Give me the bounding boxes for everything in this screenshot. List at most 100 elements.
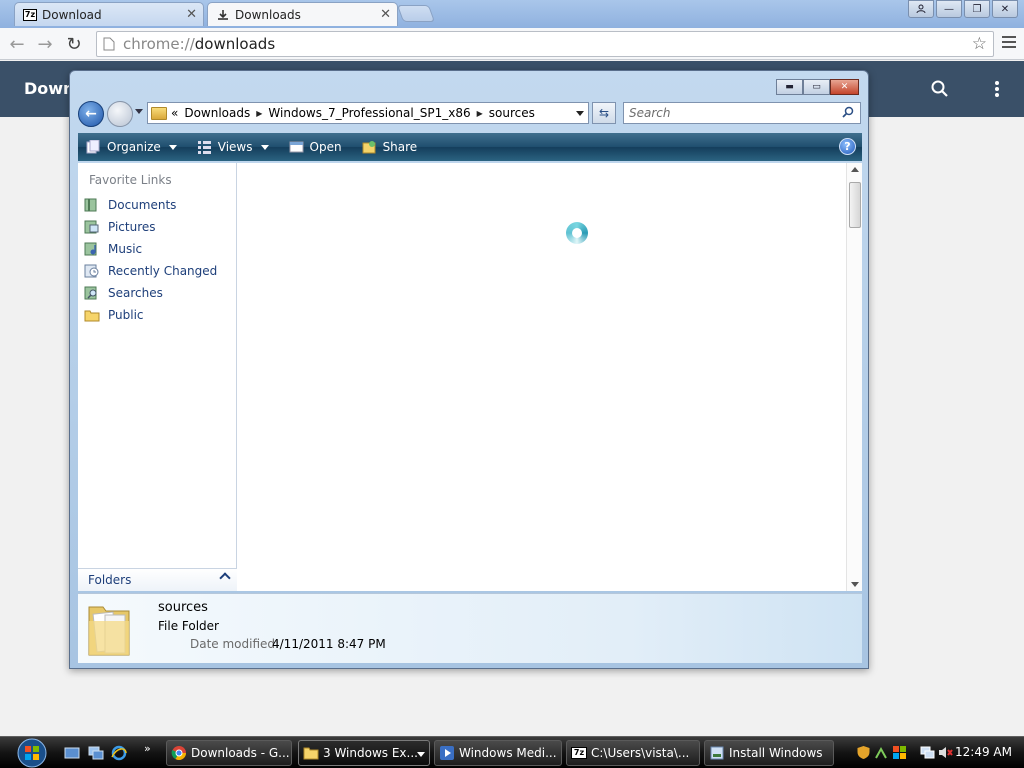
menu-icon[interactable] (1002, 36, 1016, 51)
switch-windows-icon[interactable] (88, 745, 104, 761)
system-tray: 12:49 AM (854, 741, 1020, 765)
page-icon (103, 37, 115, 51)
browser-tab-strip: 7z Download ✕ Downloads ✕ — ❐ ✕ (0, 0, 1024, 28)
chevron-right-icon[interactable]: ▶ (477, 109, 483, 118)
back-button[interactable]: ← (78, 101, 104, 127)
download-icon (216, 9, 230, 21)
url-host: downloads (194, 35, 276, 53)
windows-flag-icon[interactable] (892, 745, 907, 760)
breadcrumb-overflow[interactable]: « (171, 106, 178, 120)
help-icon[interactable]: ? (839, 138, 856, 155)
nav-link-label: Documents (108, 198, 177, 212)
nav-link-searches[interactable]: Searches (84, 284, 163, 302)
task-windows-media[interactable]: Windows Medi... (434, 740, 562, 766)
tab-downloads[interactable]: Downloads ✕ (207, 2, 398, 26)
share-icon (362, 141, 376, 154)
open-button[interactable]: Open (289, 140, 342, 154)
installer-icon (710, 746, 724, 760)
nav-link-public[interactable]: Public (84, 306, 144, 324)
task-windows-explorer[interactable]: 3 Windows Ex... (298, 740, 430, 766)
scroll-down-icon[interactable] (851, 582, 859, 587)
minimize-button[interactable]: — (936, 0, 962, 18)
taskbar-clock[interactable]: 12:49 AM (955, 745, 1012, 759)
close-icon[interactable]: ✕ (186, 7, 197, 22)
reload-icon[interactable]: ↻ (62, 32, 86, 56)
nav-link-music[interactable]: Music (84, 240, 142, 258)
restore-button[interactable]: ❐ (964, 0, 990, 18)
back-arrow-icon[interactable]: ← (5, 32, 29, 56)
navigation-pane: Favorite Links Documents Pictures Music … (78, 163, 237, 591)
maximize-button[interactable]: ▭ (803, 79, 830, 95)
tab-label: Download (42, 7, 102, 22)
scroll-thumb[interactable] (849, 182, 861, 228)
chevron-down-icon (260, 144, 269, 150)
public-folder-icon (84, 310, 100, 322)
chevron-right-icon[interactable]: ▶ (256, 109, 262, 118)
address-row: ← « Downloads ▶ Windows_7_Professional_S… (78, 101, 862, 127)
organize-button[interactable]: Organize (86, 140, 177, 154)
close-window-button[interactable]: ✕ (992, 0, 1018, 18)
nav-link-pictures[interactable]: Pictures (84, 218, 156, 236)
favorite-links-heading: Favorite Links (89, 173, 172, 187)
close-icon[interactable]: ✕ (380, 7, 391, 22)
task-label: C:\Users\vista\... (591, 746, 690, 760)
search-icon[interactable] (842, 106, 854, 118)
task-7zip[interactable]: 7z C:\Users\vista\... (566, 740, 700, 766)
refresh-button[interactable]: ⇆ (592, 102, 616, 124)
close-button[interactable]: ✕ (830, 79, 859, 95)
task-chrome-downloads[interactable]: Downloads - G... (166, 740, 292, 766)
views-label: Views (217, 140, 253, 154)
nav-link-label: Public (108, 308, 144, 322)
share-button[interactable]: Share (362, 140, 417, 154)
breadcrumb-windows7[interactable]: Windows_7_Professional_SP1_x86 (268, 106, 470, 120)
organize-icon (86, 140, 100, 154)
task-label: Windows Medi... (459, 746, 557, 760)
search-icon[interactable] (930, 79, 950, 99)
pictures-icon (84, 220, 99, 234)
star-icon[interactable]: ☆ (972, 34, 987, 54)
forward-arrow-icon[interactable]: → (33, 32, 57, 56)
nav-link-label: Music (108, 242, 143, 256)
music-icon (84, 242, 97, 256)
scroll-up-icon[interactable] (851, 167, 859, 172)
nav-link-documents[interactable]: Documents (84, 196, 176, 214)
chevron-down-icon[interactable] (576, 111, 584, 116)
media-icon (440, 746, 454, 760)
window-controls: — ❐ ✕ (906, 0, 1018, 18)
nav-link-label: Recently Changed (108, 264, 218, 278)
breadcrumb[interactable]: « Downloads ▶ Windows_7_Professional_SP1… (147, 102, 589, 124)
minimize-button[interactable]: ▬ (776, 79, 803, 95)
url-scheme: chrome:// (123, 35, 195, 53)
show-desktop-icon[interactable] (64, 745, 80, 761)
wireless-icon[interactable] (874, 745, 889, 760)
task-install-windows[interactable]: Install Windows (704, 740, 834, 766)
more-icon[interactable] (995, 81, 999, 99)
folder-icon (303, 747, 319, 760)
tab-download[interactable]: 7z Download ✕ (14, 2, 204, 26)
breadcrumb-downloads[interactable]: Downloads (184, 106, 250, 120)
chevron-down-icon[interactable] (417, 752, 425, 757)
documents-icon (84, 198, 97, 212)
breadcrumb-sources[interactable]: sources (489, 106, 535, 120)
date-modified-label: Date modified: (190, 637, 280, 651)
network-icon[interactable] (920, 745, 935, 760)
volume-muted-icon[interactable] (938, 745, 953, 760)
security-shield-icon[interactable] (856, 745, 871, 760)
searches-icon (84, 286, 97, 300)
new-tab-button[interactable] (396, 5, 436, 22)
history-dropdown-icon[interactable] (135, 109, 143, 114)
quicklaunch-more[interactable]: » (144, 742, 151, 755)
address-bar[interactable]: chrome://downloads ☆ (96, 31, 994, 57)
internet-explorer-icon[interactable] (111, 745, 127, 761)
file-list-pane[interactable] (237, 163, 846, 591)
start-orb-icon[interactable] (8, 737, 50, 768)
chevron-up-icon[interactable] (219, 572, 231, 584)
nav-link-recently-changed[interactable]: Recently Changed (84, 262, 217, 280)
search-input[interactable]: Search (623, 102, 861, 124)
forward-button[interactable] (107, 101, 133, 127)
loading-spinner-icon (566, 222, 588, 244)
vertical-scrollbar[interactable] (846, 163, 862, 591)
user-icon[interactable] (908, 0, 934, 18)
views-button[interactable]: Views (197, 140, 269, 154)
folders-toggle[interactable]: Folders (78, 568, 237, 591)
